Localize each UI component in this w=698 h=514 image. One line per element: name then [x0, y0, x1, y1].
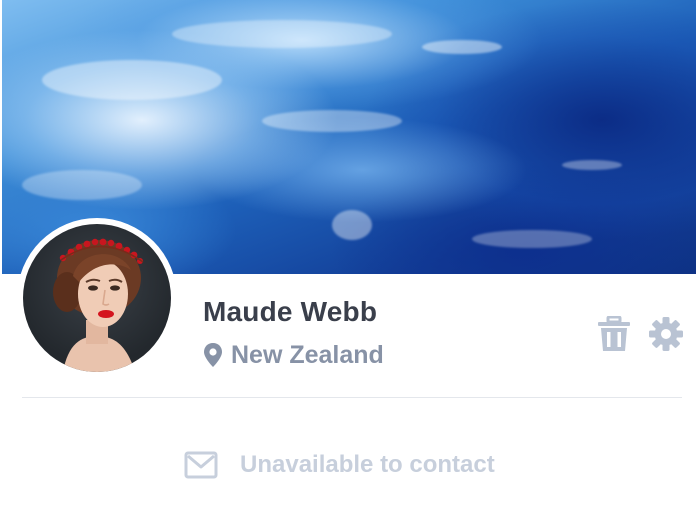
- profile-location: New Zealand: [203, 340, 384, 370]
- gear-icon: [649, 317, 683, 351]
- delete-button[interactable]: [597, 315, 631, 352]
- map-pin-icon: [204, 343, 222, 367]
- settings-button[interactable]: [648, 316, 684, 352]
- section-divider: [22, 397, 682, 398]
- trash-icon: [598, 315, 630, 351]
- avatar: [23, 224, 171, 372]
- profile-card: Maude Webb New Zealand Unavailable to co…: [0, 0, 698, 514]
- profile-name: Maude Webb: [203, 296, 378, 327]
- contact-button[interactable]: Unavailable to contact: [184, 448, 495, 482]
- avatar-portrait: [53, 238, 144, 372]
- contact-label: Unavailable to contact: [240, 451, 495, 478]
- envelope-icon: [184, 451, 218, 479]
- location-label: New Zealand: [231, 340, 384, 369]
